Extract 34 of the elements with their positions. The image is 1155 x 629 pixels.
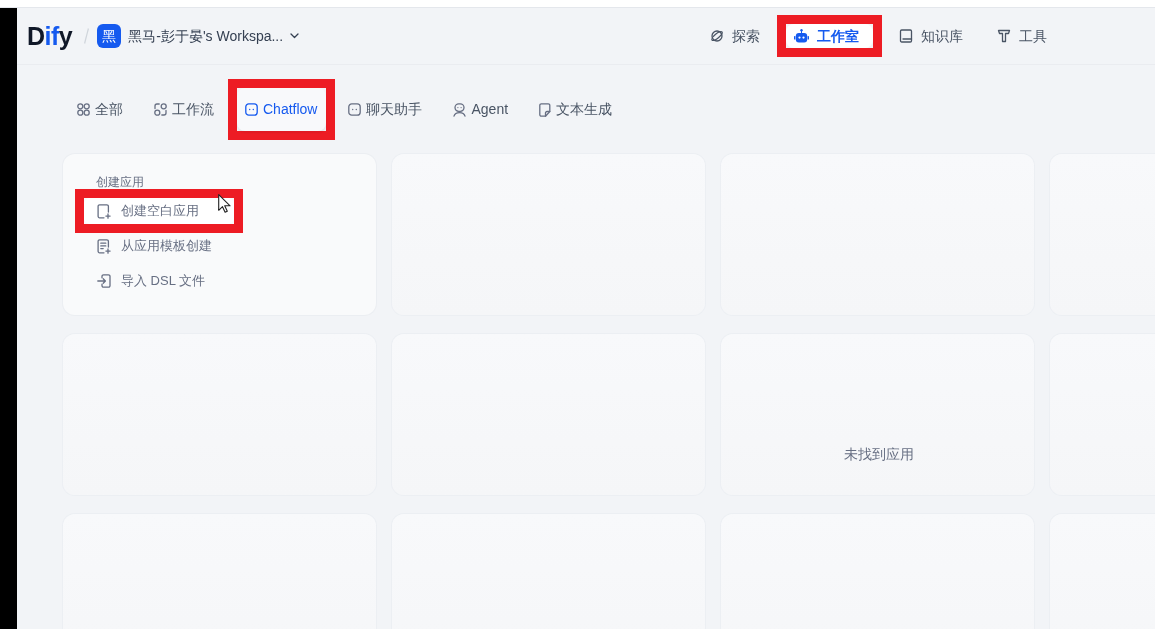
- category-tab[interactable]: Agent: [445, 88, 518, 131]
- chevron-down-icon: [290, 33, 300, 39]
- planet-icon: [710, 29, 724, 43]
- workspace-selector[interactable]: 黑 黑马-彭于晏's Workspa...: [97, 24, 300, 48]
- nav-link[interactable]: 知识库: [891, 24, 971, 48]
- menu-item[interactable]: 从应用模板创建: [84, 233, 247, 259]
- category-tab[interactable]: 文本生成: [531, 88, 622, 131]
- category-tab[interactable]: 全部: [69, 88, 132, 131]
- dify-logo: Dify: [27, 23, 73, 49]
- book-icon: [899, 29, 913, 43]
- mouse-pointer-icon: [218, 194, 231, 213]
- document-icon: [539, 102, 552, 117]
- document-plus-icon: [97, 238, 111, 254]
- file-plus-icon: [97, 203, 111, 219]
- hammer-icon: [997, 29, 1011, 43]
- category-tab[interactable]: 聊天助手: [340, 88, 432, 131]
- chat-bubble-icon: [245, 103, 258, 116]
- nav-link[interactable]: 工作室: [786, 24, 873, 48]
- menu-item[interactable]: 创建空白应用: [84, 198, 234, 224]
- nav-link[interactable]: 探索: [702, 24, 768, 48]
- nodes-icon: [154, 103, 167, 116]
- category-tab[interactable]: 工作流: [146, 88, 223, 131]
- slash-icon: [84, 28, 90, 44]
- person-icon: [453, 102, 467, 117]
- chat-bubble-icon: [348, 103, 362, 116]
- grid-icon: [77, 103, 90, 116]
- menu-item[interactable]: 导入 DSL 文件: [84, 268, 241, 294]
- import-icon: [97, 274, 111, 288]
- card-title: 创建应用: [96, 174, 144, 190]
- category-tab[interactable]: Chatflow: [237, 88, 327, 131]
- nav-link[interactable]: 工具: [989, 24, 1055, 48]
- robot-icon: [794, 29, 809, 43]
- empty-state-text: 未找到应用: [844, 444, 914, 464]
- workspace-avatar: 黑: [97, 24, 122, 48]
